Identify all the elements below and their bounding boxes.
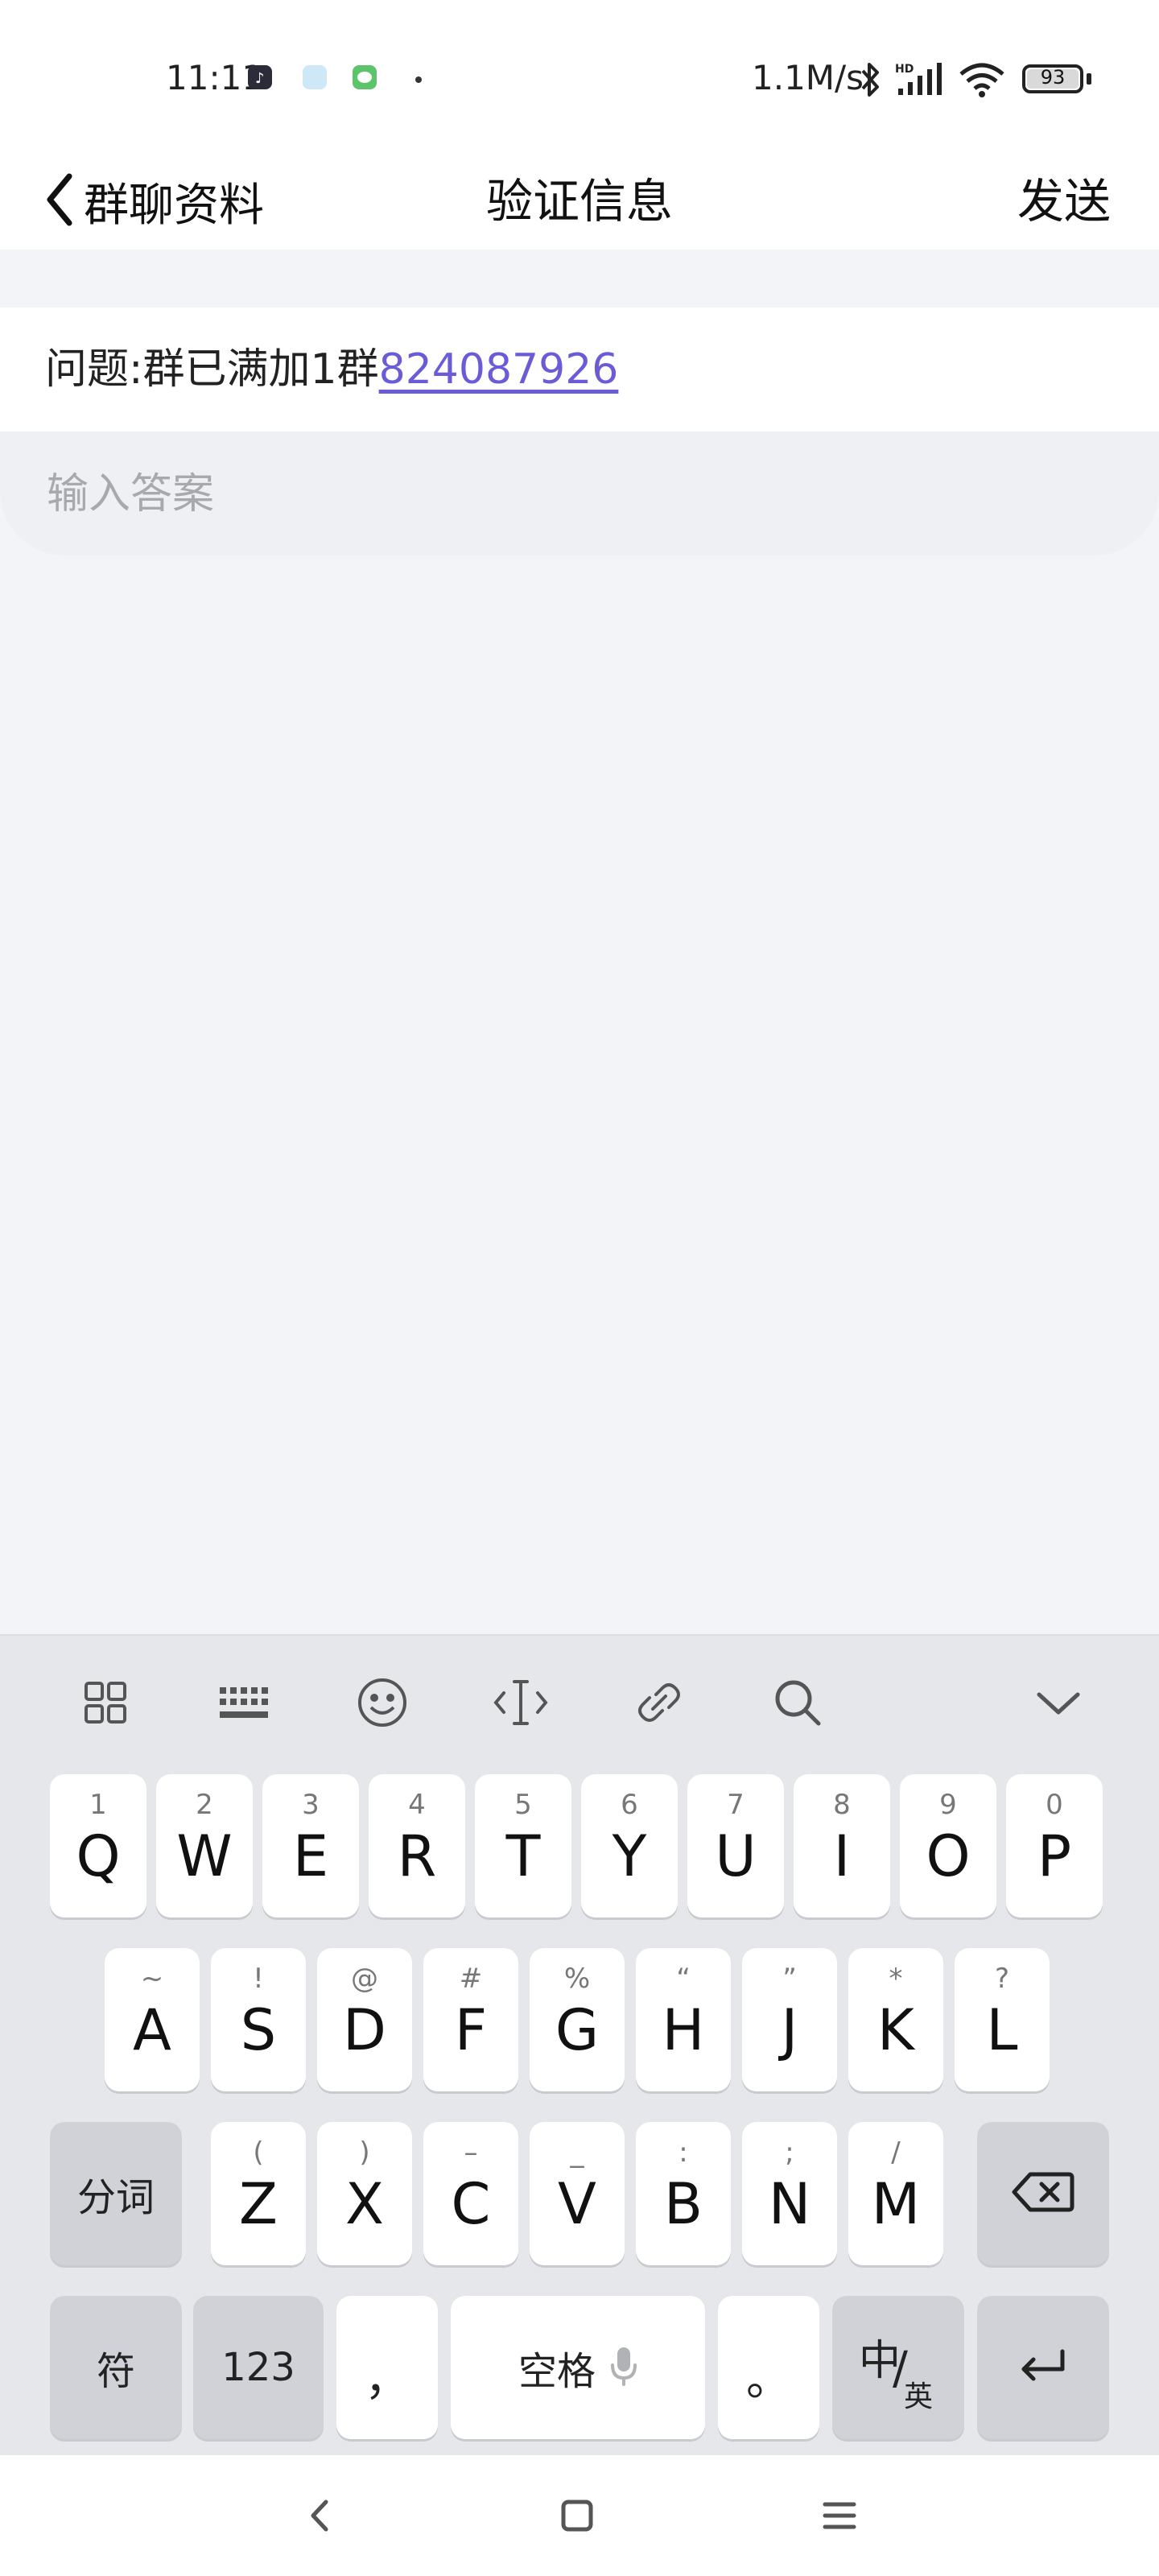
key-r[interactable]: 4R xyxy=(369,1774,465,1918)
battery-tip xyxy=(1087,73,1091,85)
key-u[interactable]: 7U xyxy=(687,1774,784,1918)
backspace-key[interactable] xyxy=(977,2122,1109,2265)
answer-input[interactable] xyxy=(45,431,1095,557)
wifi-icon xyxy=(958,61,1006,101)
microphone-icon xyxy=(610,2344,637,2391)
calendar-icon xyxy=(303,65,327,89)
enter-icon xyxy=(1019,2348,1067,2387)
key-i[interactable]: 8I xyxy=(794,1774,890,1918)
battery-level: 93 xyxy=(1040,66,1066,89)
key-l[interactable]: ? L xyxy=(955,1948,1050,2091)
key-s[interactable]: ! S xyxy=(211,1948,306,2091)
tiktok-icon: ♪ xyxy=(248,65,272,89)
key-w[interactable]: 2W xyxy=(156,1774,253,1918)
comma-key[interactable]: ， xyxy=(336,2296,438,2439)
nav-home-icon[interactable] xyxy=(541,2483,613,2548)
period-key[interactable]: 。 xyxy=(718,2296,819,2439)
key-e[interactable]: 3E xyxy=(262,1774,359,1918)
key-a[interactable]: ~ A xyxy=(105,1948,200,2091)
key-z[interactable]: (Z xyxy=(211,2122,306,2265)
nav-menu-icon[interactable] xyxy=(803,2483,876,2548)
key-n[interactable]: ; N xyxy=(742,2122,837,2265)
key-j[interactable]: ” J xyxy=(742,1948,837,2091)
key-m[interactable]: / M xyxy=(848,2122,943,2265)
svg-text:♪: ♪ xyxy=(255,70,265,87)
key-f[interactable]: # F xyxy=(423,1948,518,2091)
link-icon[interactable] xyxy=(623,1666,695,1739)
page-title: 验证信息 xyxy=(485,174,673,229)
key-q[interactable]: 1Q xyxy=(50,1774,146,1918)
cursor-icon[interactable] xyxy=(485,1666,557,1739)
group-number-link[interactable]: 824087926 xyxy=(379,345,619,394)
key-k[interactable]: * K xyxy=(848,1948,943,2091)
key-p[interactable]: 0P xyxy=(1006,1774,1103,1918)
space-key[interactable]: 空格 xyxy=(451,2296,705,2439)
symbol-key[interactable]: 符 xyxy=(50,2296,182,2439)
backspace-icon xyxy=(1011,2169,1075,2218)
segment-key[interactable]: 分词 xyxy=(50,2122,182,2265)
keyboard-icon[interactable] xyxy=(208,1666,280,1739)
emoji-icon[interactable] xyxy=(346,1666,419,1739)
answer-field-container xyxy=(0,431,1159,557)
question-prefix: 问题:群已满加1群 xyxy=(45,345,379,394)
send-button[interactable]: 发送 xyxy=(1017,153,1111,250)
key-y[interactable]: 6Y xyxy=(581,1774,678,1918)
network-speed: 1.1M/s xyxy=(752,58,864,97)
bluetooth-icon xyxy=(856,61,884,101)
question-text: 问题:群已满加1群824087926 xyxy=(45,308,618,431)
key-h[interactable]: “H xyxy=(636,1948,731,2091)
key-d[interactable]: @ D xyxy=(317,1948,412,2091)
notification-dot xyxy=(415,76,422,83)
search-icon[interactable] xyxy=(761,1666,834,1739)
key-c[interactable]: – C xyxy=(423,2122,518,2265)
hd-signal-icon: HD xyxy=(893,61,947,101)
collapse-keyboard-icon[interactable] xyxy=(1022,1666,1095,1739)
language-switch-key[interactable]: 中 / 英 xyxy=(832,2296,964,2439)
grid-icon[interactable] xyxy=(69,1666,142,1739)
key-t[interactable]: 5T xyxy=(475,1774,571,1918)
nav-back-icon[interactable] xyxy=(283,2483,356,2548)
wechat-icon xyxy=(353,65,377,89)
svg-text:HD: HD xyxy=(895,63,914,76)
number-key[interactable]: 123 xyxy=(193,2296,324,2439)
enter-key[interactable] xyxy=(977,2296,1109,2439)
key-o[interactable]: 9O xyxy=(900,1774,996,1918)
key-v[interactable]: _ V xyxy=(530,2122,625,2265)
key-b[interactable]: :B xyxy=(636,2122,731,2265)
key-x[interactable]: ) X xyxy=(317,2122,412,2265)
key-g[interactable]: % G xyxy=(530,1948,625,2091)
